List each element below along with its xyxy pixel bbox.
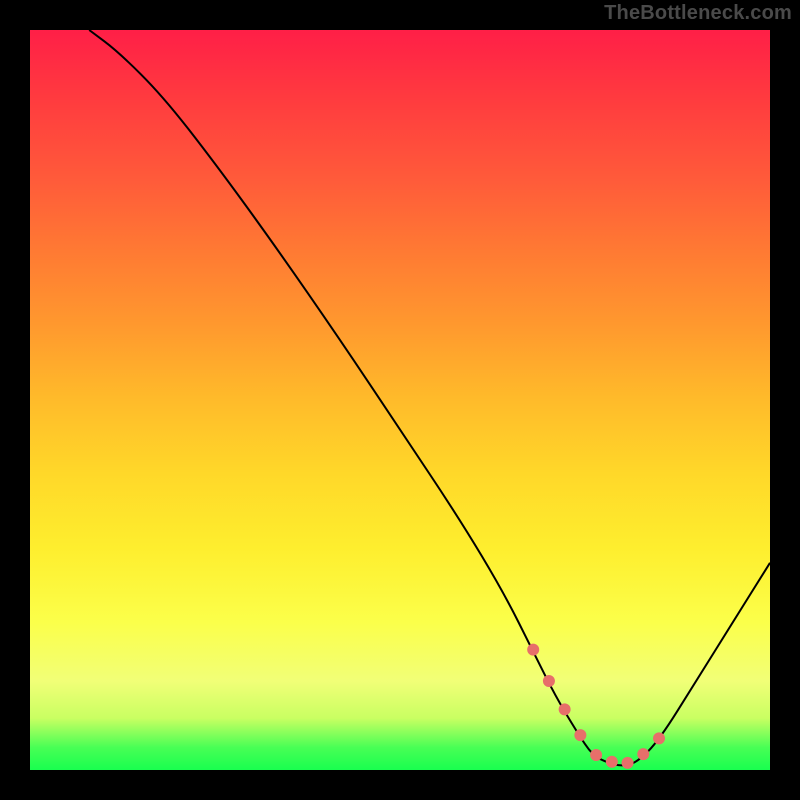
dip-marker-dot: [591, 750, 602, 761]
chart-frame: TheBottleneck.com: [0, 0, 800, 800]
dip-marker-dot: [559, 704, 570, 715]
dip-marker-dot: [638, 749, 649, 760]
dip-marker-dot: [575, 730, 586, 741]
green-band-dots: [528, 644, 665, 768]
dip-marker-dot: [622, 757, 633, 768]
chart-svg: [30, 30, 770, 770]
dip-marker-dot: [528, 644, 539, 655]
plot-area: [30, 30, 770, 770]
watermark-text: TheBottleneck.com: [604, 2, 792, 25]
dip-marker-dot: [606, 756, 617, 767]
dip-marker-dot: [543, 676, 554, 687]
bottleneck-curve: [89, 30, 770, 765]
dip-marker-dot: [654, 733, 665, 744]
